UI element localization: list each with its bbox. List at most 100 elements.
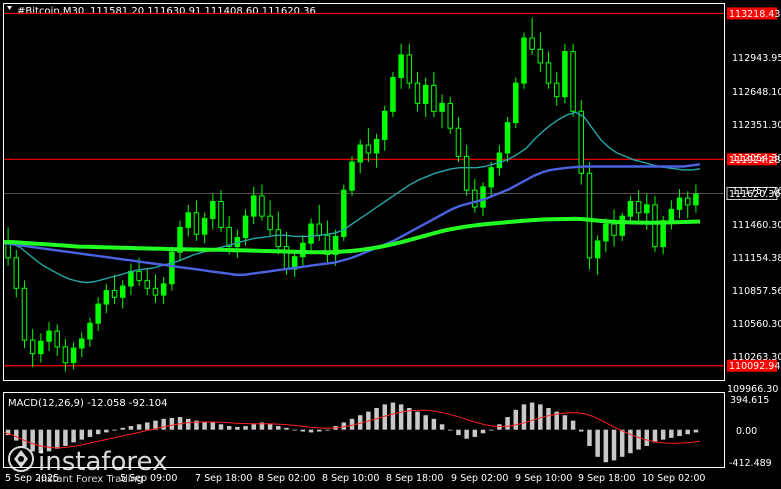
time-label: 8 Sep 02:00 <box>258 473 315 484</box>
candle-body <box>13 257 20 289</box>
macd-histogram-bar <box>145 422 150 430</box>
candle-body <box>185 212 191 228</box>
price-tick: 110560.30 <box>732 319 781 330</box>
candle-body <box>160 283 167 296</box>
macd-histogram-bar <box>300 429 306 432</box>
macd-histogram-bar <box>669 429 674 438</box>
candle-body <box>119 285 126 298</box>
macd-histogram-bar <box>644 429 650 446</box>
macd-histogram-bar <box>169 417 175 430</box>
macd-histogram-bar <box>521 404 527 430</box>
candle-body <box>529 37 535 50</box>
price-tick: 112054.30 <box>732 153 781 164</box>
price-axis: 112943.95 112648.10 112351.30 112054.30 … <box>727 53 781 395</box>
header-ohlc: 111581.20 111630.91 111408.60 111620.36 <box>90 6 316 17</box>
macd-histogram-bar <box>226 426 232 430</box>
candle-body <box>693 193 699 206</box>
watermark-tagline: Instant Forex Trading <box>38 474 143 485</box>
candle-body <box>586 172 593 259</box>
macd-histogram-bar <box>54 429 60 449</box>
candle-body <box>463 155 470 191</box>
candle-body <box>635 200 642 214</box>
macd-histogram-bar <box>210 422 216 430</box>
candle-body <box>373 138 380 154</box>
macd-histogram-bar <box>480 429 486 434</box>
macd-histogram-bar <box>243 426 248 430</box>
candle-body <box>250 195 257 217</box>
macd-histogram-bar <box>128 426 134 430</box>
macd-histogram-bar <box>267 424 273 430</box>
main-pane-frame <box>3 3 725 381</box>
price-tick: 111757.76 <box>732 186 781 197</box>
time-label: 9 Sep 18:00 <box>578 473 635 484</box>
macd-histogram-bar <box>587 429 592 446</box>
chart-canvas: #Bitcoin,M30 111581.20 111630.91 111408.… <box>3 3 781 485</box>
candle-body <box>62 346 69 364</box>
candle-body <box>594 240 601 259</box>
macd-histogram-bar <box>423 415 428 430</box>
candle-body <box>382 110 388 140</box>
price-tick: 111154.38 <box>732 253 781 264</box>
price-tags: 113218.43111924.28110092.94111620.36 <box>4 7 780 372</box>
candle-body <box>111 290 118 298</box>
candle-body <box>545 62 552 84</box>
instaforex-logo-icon <box>8 446 34 472</box>
macd-histogram-bar <box>431 418 437 430</box>
macd-tick-zero: 0.00 <box>736 426 757 437</box>
macd-histogram-bar <box>415 411 420 430</box>
candle-body <box>38 340 44 355</box>
candle-body <box>611 223 617 236</box>
price-tick: 109966.30 <box>727 384 778 395</box>
candle-body <box>365 144 372 154</box>
candle-body <box>70 347 77 364</box>
candle-body <box>398 54 404 78</box>
macd-histogram-bar <box>439 424 445 430</box>
macd-label: MACD(12,26,9) -12.058 -92.104 <box>8 398 168 409</box>
candle-body <box>603 223 609 242</box>
candle-body <box>95 303 101 324</box>
candle-body <box>46 330 52 342</box>
candle-body <box>619 215 625 236</box>
candle-body <box>242 215 249 239</box>
macd-histogram-bar <box>448 429 453 431</box>
candle-body <box>201 217 208 235</box>
macd-histogram-bar <box>603 429 609 463</box>
macd-histogram-bar <box>218 424 224 430</box>
macd-histogram-bar <box>235 426 240 430</box>
watermark-brand: instaforex <box>38 447 167 477</box>
macd-histogram-bar <box>472 429 478 437</box>
macd-histogram-bar <box>120 427 125 430</box>
candle-body <box>87 322 93 340</box>
candle-body <box>103 290 110 305</box>
candle-body <box>210 200 216 219</box>
candle-body <box>537 48 544 64</box>
macd-histogram-bar <box>390 402 396 430</box>
candle-body <box>422 84 429 104</box>
candle-body <box>488 167 494 188</box>
candle-body <box>218 200 224 228</box>
price-tick: 110263.30 <box>732 352 781 363</box>
macd-histogram-bar <box>22 429 27 447</box>
macd-histogram-bar <box>104 429 109 433</box>
candle-body <box>480 186 486 208</box>
macd-histogram-bar <box>14 429 19 441</box>
candle-body <box>193 212 200 235</box>
macd-histogram-bar <box>316 429 322 432</box>
macd-histogram-bar <box>251 424 256 430</box>
macd-histogram-bar <box>161 418 166 430</box>
macd-histogram-bar <box>636 429 641 450</box>
candle-body <box>128 270 134 287</box>
candle-body <box>21 287 28 341</box>
candle-body <box>513 82 519 124</box>
candle-body <box>652 204 658 248</box>
header-arrow-icon <box>7 6 12 10</box>
macd-histogram-bar <box>579 429 584 432</box>
candle-body <box>226 226 232 248</box>
macd-histogram-bar <box>513 409 519 430</box>
candle-body <box>316 223 322 236</box>
macd-histogram-bar <box>325 429 330 431</box>
time-label: 8 Sep 10:00 <box>322 473 379 484</box>
candle-body <box>406 54 413 84</box>
candle-body <box>267 215 273 231</box>
macd-histogram-bar <box>276 426 281 430</box>
